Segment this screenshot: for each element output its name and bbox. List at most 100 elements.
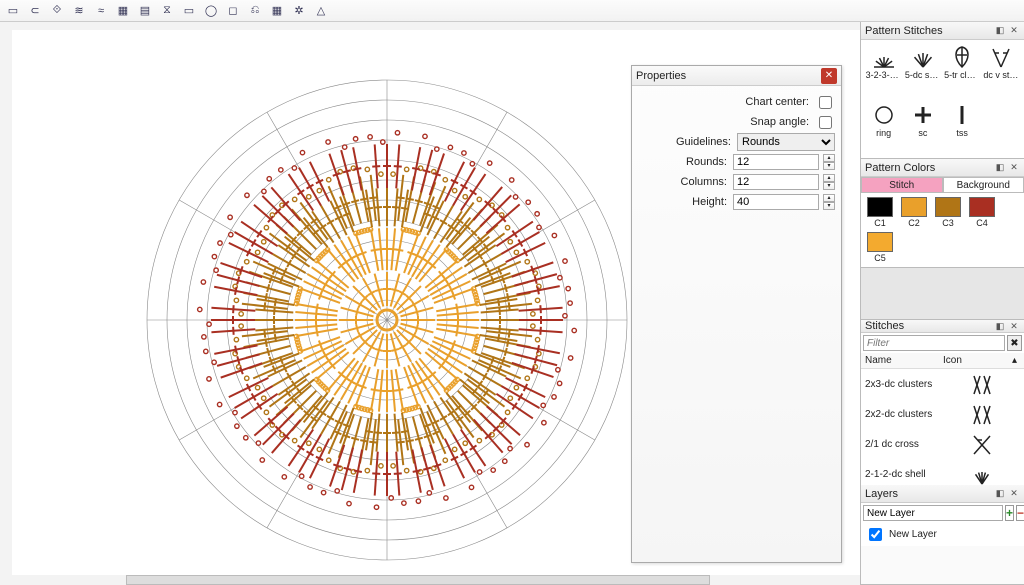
- properties-panel[interactable]: Properties ✕ Chart center: Snap angle: G…: [631, 65, 842, 563]
- stitch-library-row[interactable]: 2x2-dc clusters: [861, 399, 1024, 429]
- three-two-three-dc-icon: [870, 44, 898, 70]
- panel-title: Pattern Stitches: [865, 25, 943, 37]
- stitch-label: ring: [866, 128, 902, 138]
- swatch-label: C3: [942, 218, 954, 228]
- stitch-label: tss: [944, 128, 980, 138]
- swatch-label: C1: [874, 218, 886, 228]
- warning-icon[interactable]: △: [312, 2, 330, 20]
- shape-a-icon[interactable]: ⧖: [158, 2, 176, 20]
- rounds-input[interactable]: [733, 154, 819, 170]
- panel-undock-icon[interactable]: ◧: [994, 488, 1006, 500]
- columns-spin-down[interactable]: ▾: [823, 182, 835, 190]
- panel-close-icon[interactable]: ✕: [1008, 162, 1020, 174]
- rounds-spin-up[interactable]: ▴: [823, 154, 835, 162]
- panel-title: Pattern Colors: [865, 162, 935, 174]
- panel-close-icon[interactable]: ✕: [1008, 488, 1020, 500]
- horizontal-scrollbar[interactable]: [126, 575, 710, 585]
- guidelines-label: Guidelines:: [638, 136, 733, 148]
- align-tool-icon[interactable]: ▤: [136, 2, 154, 20]
- pattern-stitch-tss[interactable]: tss: [944, 102, 981, 158]
- panel-title: Layers: [865, 488, 898, 500]
- select-tool-icon[interactable]: ▭: [4, 2, 22, 20]
- col-scroll-hint: ▴: [1012, 355, 1020, 366]
- close-icon[interactable]: ✕: [821, 68, 837, 84]
- stitch-library-row[interactable]: 2x3-dc clusters: [861, 369, 1024, 399]
- curve-tool-icon[interactable]: ≈: [92, 2, 110, 20]
- snap-angle-label: Snap angle:: [638, 116, 811, 128]
- stitch-label: sc: [905, 128, 941, 138]
- grid-tool-icon[interactable]: ▦: [114, 2, 132, 20]
- stitch-name: 2x2-dc clusters: [865, 409, 943, 420]
- panel-stitches-library: Stitches ◧ ✕ ✖ Name Icon ▴ 2x3-dc cluste…: [861, 320, 1024, 485]
- height-spin-up[interactable]: ▴: [823, 194, 835, 202]
- height-spin-down[interactable]: ▾: [823, 202, 835, 210]
- color-swatch-C4[interactable]: [969, 197, 995, 217]
- stitch-filter-input[interactable]: [863, 335, 1005, 351]
- pattern-stitch-dc-v-st[interactable]: dc v st …: [983, 44, 1020, 100]
- columns-spin-up[interactable]: ▴: [823, 174, 835, 182]
- stitch-library-row[interactable]: 2/1 dc cross: [861, 429, 1024, 459]
- stitch-icon: [943, 462, 1020, 486]
- panel-close-icon[interactable]: ✕: [1008, 320, 1020, 332]
- guidelines-select[interactable]: RoundsRowsNone: [737, 133, 835, 151]
- pattern-stitch-five-dc-shell[interactable]: 5-dc sh…: [904, 44, 941, 100]
- pattern-stitch-five-tr-cluster[interactable]: 5-tr clu…: [944, 44, 981, 100]
- gear-icon[interactable]: ✲: [290, 2, 308, 20]
- remove-layer-button[interactable]: −: [1016, 505, 1024, 521]
- dc-v-st-icon: [987, 44, 1015, 70]
- layer-label: New Layer: [889, 529, 937, 540]
- properties-title: Properties: [636, 70, 686, 82]
- tab-background-color[interactable]: Background: [943, 177, 1024, 193]
- properties-titlebar[interactable]: Properties ✕: [632, 66, 841, 86]
- stitch-name: 2-1-2-dc shell: [865, 469, 943, 480]
- stitch-icon: [943, 372, 1020, 396]
- color-swatch-C1[interactable]: [867, 197, 893, 217]
- tss-icon: [948, 102, 976, 128]
- pattern-stitch-sc[interactable]: sc: [904, 102, 941, 158]
- color-swatch-C3[interactable]: [935, 197, 961, 217]
- path-tool-icon[interactable]: ⎌: [246, 2, 264, 20]
- color-swatch-C5[interactable]: [867, 232, 893, 252]
- col-header-icon[interactable]: Icon: [943, 355, 1012, 366]
- panel-pattern-colors: Pattern Colors ◧ ✕ Stitch Background C1 C…: [861, 159, 1024, 268]
- chart-center-label: Chart center:: [638, 96, 811, 108]
- pattern-stitch-three-two-three-dc[interactable]: 3-2-3-d…: [865, 44, 902, 100]
- main-toolbar: ▭ ⊂ ⟐ ≋ ≈ ▦ ▤ ⧖ ▭ ◯ ◻ ⎌ ▦ ✲ △: [0, 0, 1024, 22]
- stitch-label: 5-dc sh…: [905, 70, 941, 80]
- columns-input[interactable]: [733, 174, 819, 190]
- color-swatch-C2[interactable]: [901, 197, 927, 217]
- columns-label: Columns:: [638, 176, 729, 188]
- outline-tool-icon[interactable]: ◻: [224, 2, 242, 20]
- add-layer-button[interactable]: +: [1005, 505, 1014, 521]
- stitch-label: 5-tr clu…: [944, 70, 980, 80]
- sc-icon: [909, 102, 937, 128]
- stitch-name: 2x3-dc clusters: [865, 379, 943, 390]
- panel-layers: Layers ◧ ✕ + − ↓ New Layer: [861, 485, 1024, 585]
- snap-angle-checkbox[interactable]: [819, 116, 832, 129]
- clear-filter-button[interactable]: ✖: [1007, 335, 1022, 351]
- rect-tool-icon[interactable]: ▭: [180, 2, 198, 20]
- panel-close-icon[interactable]: ✕: [1008, 25, 1020, 37]
- height-input[interactable]: [733, 194, 819, 210]
- table-tool-icon[interactable]: ▦: [268, 2, 286, 20]
- pattern-stitch-ring[interactable]: ring: [865, 102, 902, 158]
- rounds-spin-down[interactable]: ▾: [823, 162, 835, 170]
- chart-center-checkbox[interactable]: [819, 96, 832, 109]
- lasso-tool-icon[interactable]: ⊂: [26, 2, 44, 20]
- panel-undock-icon[interactable]: ◧: [994, 162, 1006, 174]
- panel-undock-icon[interactable]: ◧: [994, 25, 1006, 37]
- layer-visible-checkbox[interactable]: [869, 528, 882, 541]
- layer-row[interactable]: New Layer: [865, 525, 1020, 544]
- move-tool-icon[interactable]: ⟐: [48, 2, 66, 20]
- stitch-label: 3-2-3-d…: [866, 70, 902, 80]
- col-header-name[interactable]: Name: [865, 355, 943, 366]
- height-label: Height:: [638, 196, 729, 208]
- panel-undock-icon[interactable]: ◧: [994, 320, 1006, 332]
- dock-right: Pattern Stitches ◧ ✕ 3-2-3-d…5-dc sh…5-t…: [860, 22, 1024, 585]
- stitch-icon: [943, 402, 1020, 426]
- line-tool-icon[interactable]: ≋: [70, 2, 88, 20]
- tab-stitch-color[interactable]: Stitch: [861, 177, 943, 193]
- new-layer-name-input[interactable]: [863, 505, 1003, 521]
- stitch-label: dc v st …: [983, 70, 1019, 80]
- blob-tool-icon[interactable]: ◯: [202, 2, 220, 20]
